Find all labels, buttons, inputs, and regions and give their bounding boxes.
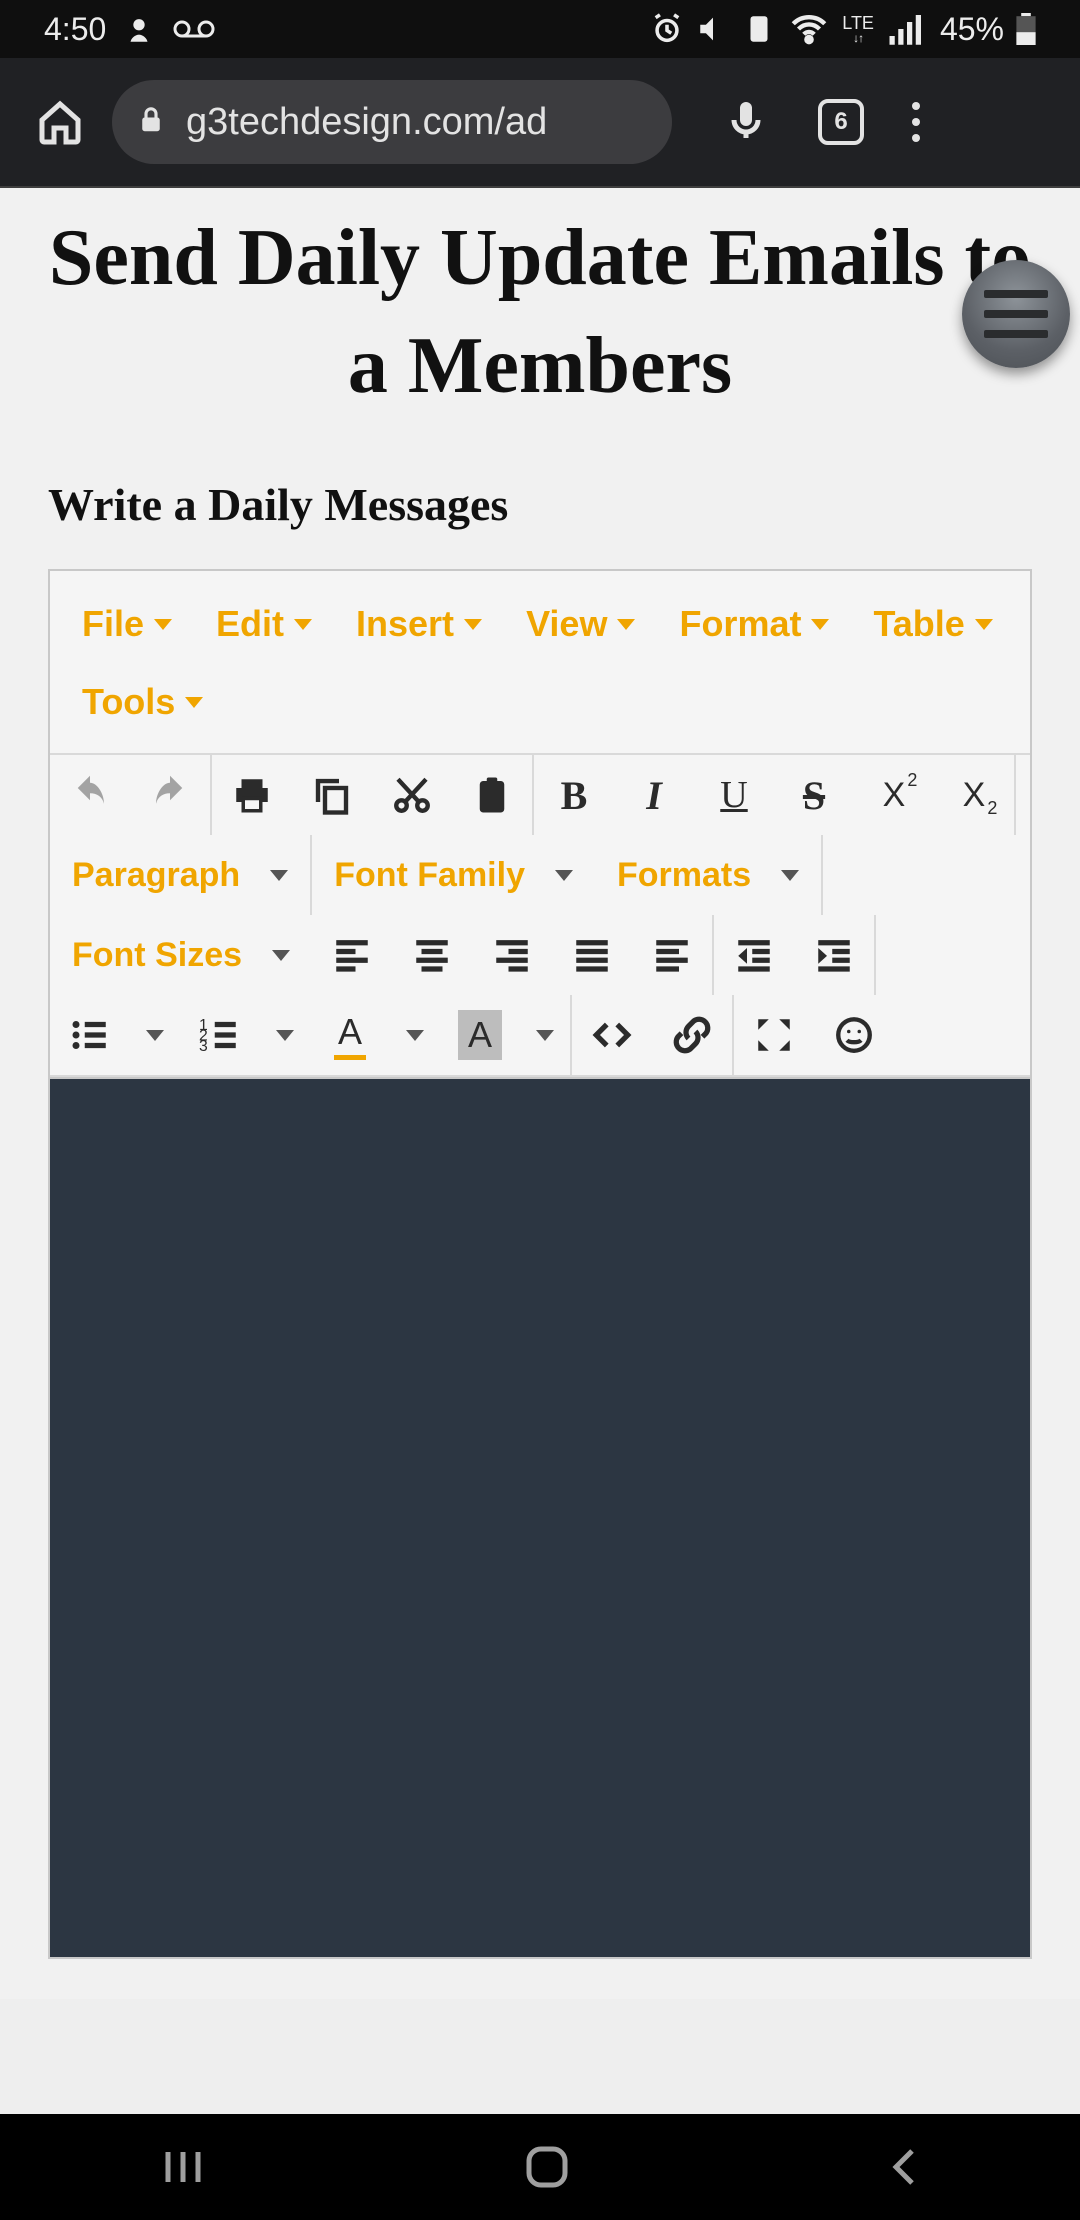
emoji-button[interactable]	[814, 997, 894, 1073]
text-color-button[interactable]: A	[310, 997, 390, 1073]
caret-icon	[555, 870, 573, 881]
browser-menu-button[interactable]	[912, 102, 920, 142]
caret-icon	[536, 1030, 554, 1041]
font-sizes-dropdown[interactable]: Font Sizes	[50, 917, 312, 993]
block-format-dropdown[interactable]: Paragraph	[50, 837, 310, 913]
menu-table[interactable]: Table	[851, 589, 1014, 659]
source-code-button[interactable]	[572, 997, 652, 1073]
outdent-button[interactable]	[714, 917, 794, 993]
menu-tools[interactable]: Tools	[60, 667, 225, 737]
url-text: g3techdesign.com/ad	[186, 101, 547, 144]
mic-button[interactable]	[722, 96, 770, 149]
indent-button[interactable]	[794, 917, 874, 993]
fullscreen-button[interactable]	[734, 997, 814, 1073]
battery-icon	[1016, 13, 1036, 45]
caret-icon	[154, 619, 172, 630]
tab-switcher-button[interactable]: 6	[818, 99, 864, 145]
align-none-button[interactable]	[632, 917, 712, 993]
font-family-dropdown[interactable]: Font Family	[312, 837, 595, 913]
editor-menubar: File Edit Insert View Format Table Tools	[50, 571, 1030, 755]
caret-icon	[975, 619, 993, 630]
underline-button[interactable]: U	[694, 757, 774, 833]
bullet-list-button[interactable]	[50, 997, 130, 1073]
status-time: 4:50	[44, 11, 106, 48]
editor-content-area[interactable]	[50, 1077, 1030, 1957]
rich-text-editor: File Edit Insert View Format Table Tools…	[48, 569, 1032, 1959]
svg-text:3: 3	[199, 1038, 208, 1055]
network-type: LTE↓↑	[842, 14, 874, 44]
undo-button[interactable]	[50, 757, 130, 833]
caret-icon	[406, 1030, 424, 1041]
home-nav-button[interactable]	[523, 2143, 571, 2191]
align-center-button[interactable]	[392, 917, 472, 993]
formats-dropdown[interactable]: Formats	[595, 837, 821, 913]
menu-insert[interactable]: Insert	[334, 589, 504, 659]
webpage-body: Send Daily Update Emails to a Members Wr…	[0, 188, 1080, 1999]
battery-percent: 45%	[940, 11, 1004, 48]
android-status-bar: 4:50 LTE↓↑ 45%	[0, 0, 1080, 58]
menu-file[interactable]: File	[60, 589, 194, 659]
caret-icon	[146, 1030, 164, 1041]
status-right: LTE↓↑ 45%	[650, 8, 1036, 50]
battery-saver-icon	[742, 12, 776, 46]
caret-icon	[811, 619, 829, 630]
superscript-button[interactable]: X2	[854, 757, 934, 833]
text-color-dropdown[interactable]	[390, 997, 440, 1073]
address-bar[interactable]: g3techdesign.com/ad	[112, 80, 672, 164]
align-left-button[interactable]	[312, 917, 392, 993]
print-button[interactable]	[212, 757, 292, 833]
wifi-icon	[788, 8, 830, 50]
paste-button[interactable]	[452, 757, 532, 833]
bold-button[interactable]: B	[534, 757, 614, 833]
back-nav-button[interactable]	[884, 2143, 924, 2191]
section-subhead: Write a Daily Messages	[0, 460, 1080, 569]
caret-icon	[294, 619, 312, 630]
notification-icon	[122, 12, 156, 46]
caret-icon	[781, 870, 799, 881]
site-menu-button[interactable]	[962, 260, 1070, 368]
menu-edit[interactable]: Edit	[194, 589, 334, 659]
recents-button[interactable]	[156, 2147, 210, 2187]
menu-format[interactable]: Format	[657, 589, 851, 659]
caret-icon	[270, 870, 288, 881]
numbered-list-dropdown[interactable]	[260, 997, 310, 1073]
signal-icon	[886, 8, 928, 50]
lock-icon	[136, 102, 166, 143]
editor-toolbar: B I U S X2 X2 Paragraph Font Family Form…	[50, 755, 1030, 1077]
page-title: Send Daily Update Emails to a Members	[0, 188, 1080, 460]
caret-icon	[276, 1030, 294, 1041]
alarm-icon	[650, 12, 684, 46]
bg-color-button[interactable]: A	[440, 997, 520, 1073]
caret-icon	[272, 950, 290, 961]
copy-button[interactable]	[292, 757, 372, 833]
caret-icon	[617, 619, 635, 630]
bullet-list-dropdown[interactable]	[130, 997, 180, 1073]
status-left: 4:50	[44, 11, 216, 48]
align-right-button[interactable]	[472, 917, 552, 993]
redo-button[interactable]	[130, 757, 210, 833]
home-button[interactable]	[28, 98, 92, 146]
android-nav-bar	[0, 2114, 1080, 2220]
strike-button[interactable]: S	[774, 757, 854, 833]
align-justify-button[interactable]	[552, 917, 632, 993]
subscript-button[interactable]: X2	[934, 757, 1014, 833]
voicemail-icon	[172, 17, 216, 41]
caret-icon	[185, 697, 203, 708]
browser-toolbar: g3techdesign.com/ad 6	[0, 58, 1080, 188]
insert-link-button[interactable]	[652, 997, 732, 1073]
tab-count: 6	[834, 108, 847, 136]
bg-color-dropdown[interactable]	[520, 997, 570, 1073]
italic-button[interactable]: I	[614, 757, 694, 833]
cut-button[interactable]	[372, 757, 452, 833]
numbered-list-button[interactable]: 123	[180, 997, 260, 1073]
caret-icon	[464, 619, 482, 630]
mute-icon	[696, 12, 730, 46]
menu-view[interactable]: View	[504, 589, 657, 659]
